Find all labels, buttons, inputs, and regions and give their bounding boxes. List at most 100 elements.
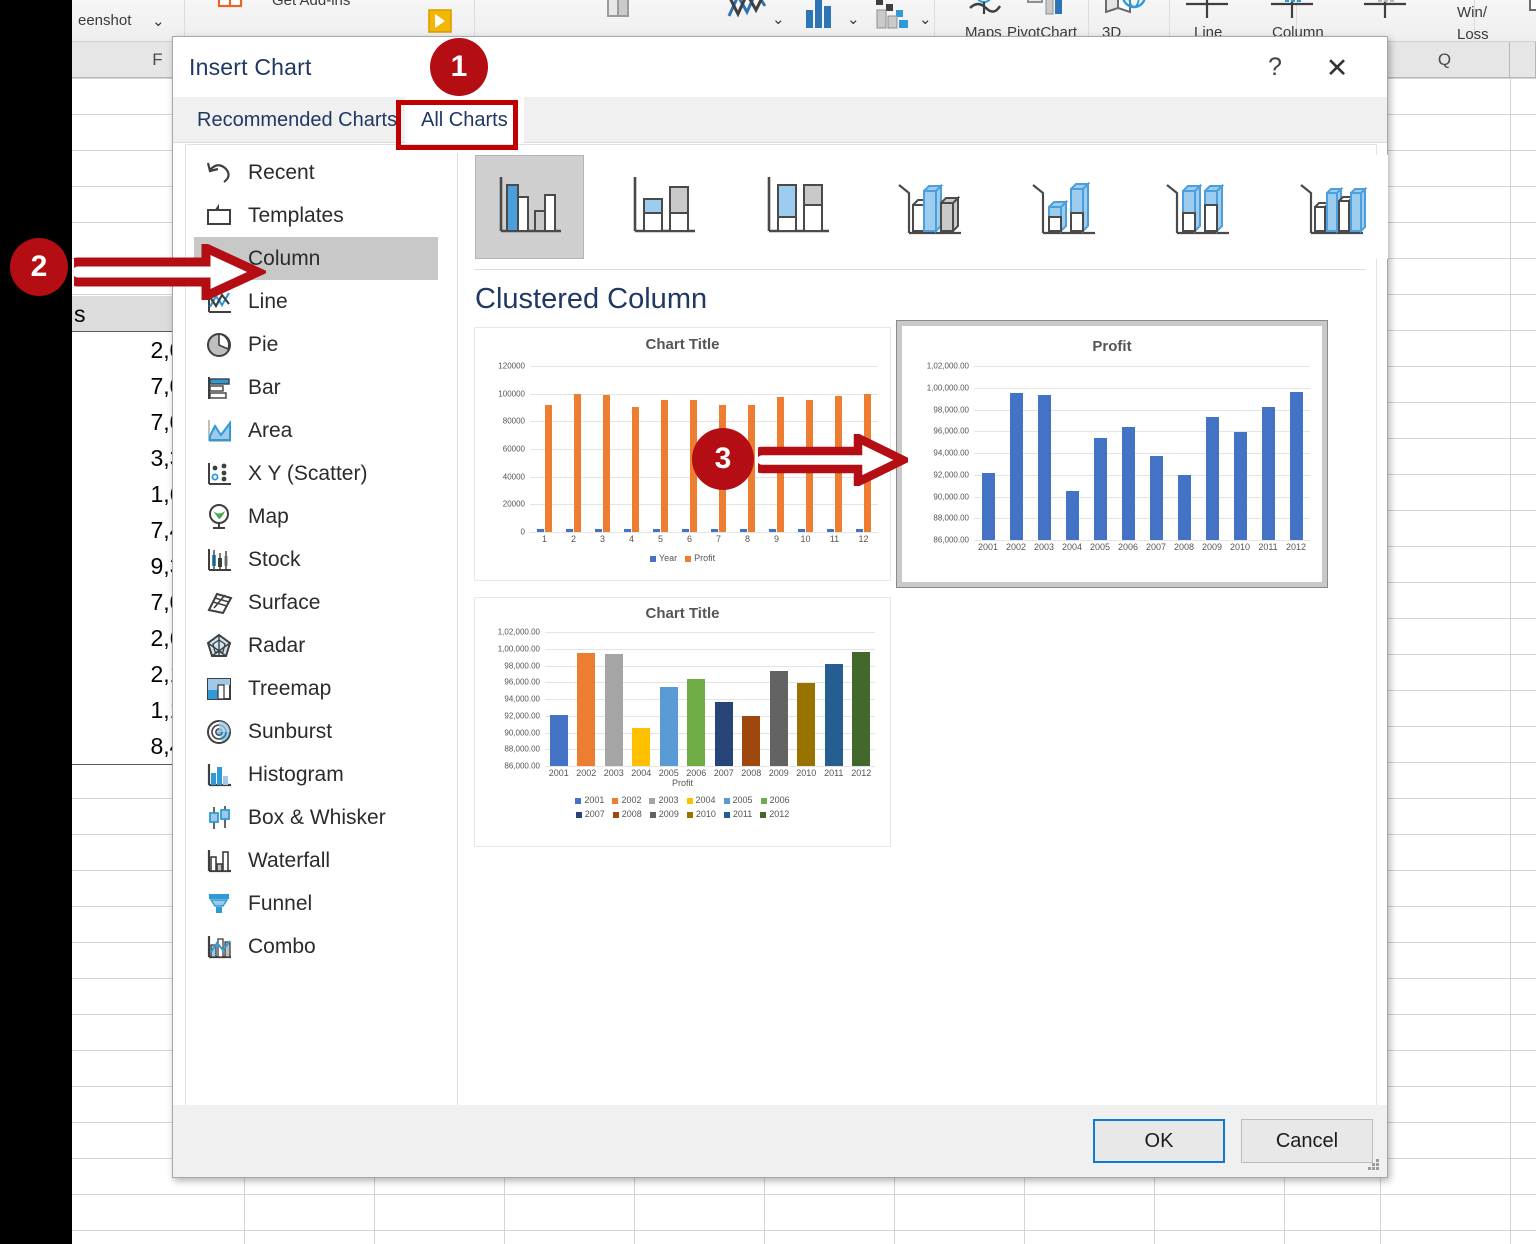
chart-type-label: Treemap [248,676,332,700]
x-axis-tick-label: 2012 [851,768,872,778]
legend-entry: Profit [685,553,715,563]
subtype-clustered-column[interactable] [475,155,584,259]
pie-icon [204,330,234,360]
bar [1261,407,1275,540]
chart-type-item-bar[interactable]: Bar [194,366,438,409]
gridline [974,409,1310,411]
y-axis-tick-label: 1,02,000.00 [497,627,540,637]
x-axis-tick-label: 2006 [686,768,707,778]
bar [852,652,871,766]
surface-icon [204,588,234,618]
chart-type-item-map[interactable]: Map [194,495,438,538]
chart-type-item-treemap[interactable]: Treemap [194,667,438,710]
y-axis-tick-label: 80000 [502,416,525,426]
subtype-3d-stacked-column[interactable] [1011,155,1120,259]
y-axis-tick-label: 90,000.00 [933,492,969,501]
chart-type-item-pie[interactable]: Pie [194,323,438,366]
column-header-cell[interactable] [1510,42,1536,78]
bar [577,653,596,766]
y-axis-tick-label: 90,000.00 [504,728,540,737]
bar [566,529,573,532]
combo-icon [204,932,234,962]
dialog-titlebar[interactable]: Insert Chart ? ✕ [173,37,1387,97]
gridline [545,632,875,633]
my-add-ins-icon[interactable] [427,8,453,34]
subtype-stacked-column[interactable] [609,155,718,259]
chart-type-item-funnel[interactable]: Funnel [194,882,438,925]
get-add-ins-icon[interactable] [215,0,245,12]
y-axis-tick-label: 88,000.00 [504,744,540,754]
ok-button[interactable]: OK [1093,1119,1225,1163]
subtype-3d-100-percent-stacked-column[interactable] [1145,155,1254,259]
chart-type-label: Surface [248,590,321,614]
subtype-row[interactable] [475,155,1388,259]
chart-type-item-combo[interactable]: Combo [194,925,438,968]
chart-type-item-surface[interactable]: Surface [194,581,438,624]
legend-entry: 2012 [760,809,789,819]
close-icon[interactable]: ✕ [1317,51,1357,85]
chevron-down-icon[interactable]: ⌄ [772,10,785,28]
chart-type-label: Templates [248,203,344,227]
tab-recommended-charts[interactable]: Recommended Charts [181,97,413,143]
legend-swatch [685,555,692,562]
chart-title: Chart Title [645,605,720,622]
x-axis-label: Profit [671,778,693,788]
chart-subtype-gallery: Clustered Column Chart Title 0 20000 40000 6… [470,145,1388,1128]
resize-grip[interactable] [1367,1158,1381,1172]
chart-type-item-stock[interactable]: Stock [194,538,438,581]
subtype-3d-column[interactable] [1279,155,1388,259]
maps-icon[interactable] [962,0,1006,24]
chart-type-item-waterfall[interactable]: Waterfall [194,839,438,882]
chevron-down-icon[interactable]: ⌄ [847,10,860,28]
cancel-button[interactable]: Cancel [1241,1119,1373,1163]
sparkline-line-icon[interactable] [1182,0,1232,24]
column-chart-icon[interactable] [800,0,840,30]
left-black-margin [0,0,72,1244]
gridline [974,540,1310,541]
subtype-3d-clustered-column[interactable] [877,155,986,259]
legend-swatch [649,797,656,804]
chart-type-item-x-y-scatter[interactable]: X Y (Scatter) [194,452,438,495]
column-header-Q[interactable]: Q [1380,42,1510,78]
subtype-100-percent-stacked-column[interactable] [743,155,852,259]
help-icon[interactable]: ? [1258,51,1292,85]
chart-type-item-radar[interactable]: Radar [194,624,438,667]
chart-type-item-histogram[interactable]: Histogram [194,753,438,796]
chart-legend: Year Profit [475,553,890,563]
recommended-charts-icon[interactable] [600,0,640,28]
pivotchart-icon[interactable] [1024,0,1070,24]
chart-preview-2-selected[interactable]: Profit 86,000.00 88,000.00 90,000.00 92,000.… [896,320,1328,588]
chart-type-item-box-whisker[interactable]: Box & Whisker [194,796,438,839]
chart-type-item-templates[interactable]: Templates [194,194,438,237]
bar [603,394,610,532]
bar [798,529,805,532]
x-axis-tick-label: 2001 [548,768,569,778]
chevron-down-icon[interactable]: ⌄ [152,12,165,30]
chart-type-item-sunburst[interactable]: Sunburst [194,710,438,753]
ribbon-label-screenshot[interactable]: eenshot [78,12,131,29]
bar [769,529,776,532]
chevron-down-icon[interactable]: ⌄ [919,10,932,28]
line-chart-icon[interactable] [725,0,769,28]
chart-preview-3[interactable]: Chart Title 86,000.00 88,000.00 90,000.00 92… [474,597,891,847]
sparkline-column-icon[interactable] [1267,0,1317,24]
3d-map-icon[interactable] [1098,0,1150,24]
bar [659,687,678,766]
slicer-icon[interactable] [1524,0,1536,26]
bar [797,682,816,766]
ribbon-label-loss[interactable]: Loss [1457,26,1489,43]
waterfall-chart-icon[interactable] [872,0,912,30]
chart-type-label: Box & Whisker [248,805,386,829]
y-axis-tick-label: 120000 [498,361,525,371]
bar [661,400,668,532]
x-axis-tick-label: 2002 [576,768,597,778]
ribbon-label-get-add-ins[interactable]: Get Add-ins [272,0,350,9]
chart-type-item-area[interactable]: Area [194,409,438,452]
ribbon-label-win[interactable]: Win/ [1457,4,1487,21]
bar [740,529,747,532]
gridline [530,366,878,367]
funnel-icon [204,889,234,919]
sparkline-winloss-icon[interactable] [1360,0,1410,24]
chart-type-item-recent[interactable]: Recent [194,151,438,194]
bar [682,529,689,532]
